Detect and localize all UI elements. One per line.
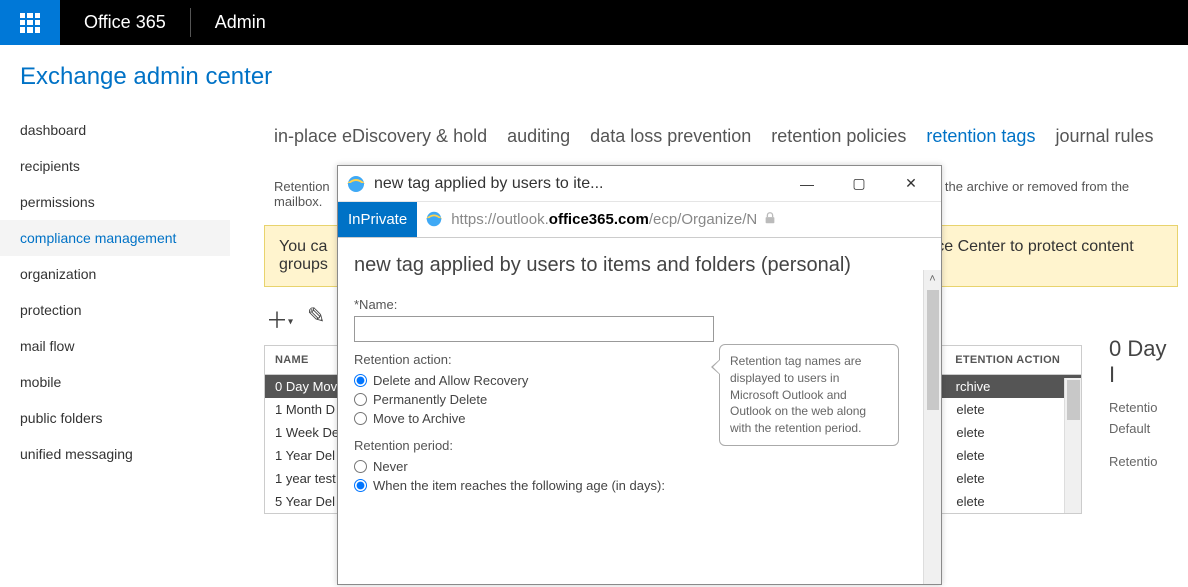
nav-unified-messaging[interactable]: unified messaging [0,436,230,472]
tab-retention-tags[interactable]: retention tags [926,126,1035,147]
url-field[interactable]: https://outlook.office365.com/ecp/Organi… [417,202,941,237]
tab-auditing[interactable]: auditing [507,126,570,147]
dialog-body: new tag applied by users to items and fo… [338,238,941,495]
cell-action: Delete [937,444,1081,467]
scrollbar-thumb[interactable] [927,290,939,410]
name-input[interactable] [354,316,714,342]
radio-label: When the item reaches the following age … [373,478,665,493]
banner-line1-left: You ca [279,238,327,255]
description-left: Retention [274,179,330,194]
details-retention-label2: Retentio [1109,454,1174,469]
dialog-heading: new tag applied by users to items and fo… [354,254,925,277]
radio-label: Delete and Allow Recovery [373,373,528,388]
nav-permissions[interactable]: permissions [0,184,230,220]
address-bar: InPrivate https://outlook.office365.com/… [338,202,941,238]
tab-dlp[interactable]: data loss prevention [590,126,751,147]
radio-input[interactable] [354,460,367,473]
details-default: Default [1109,421,1174,436]
name-tooltip: Retention tag names are displayed to use… [719,344,899,446]
lock-icon [763,211,779,229]
content-tabs: in-place eDiscovery & hold auditing data… [260,112,1188,169]
cell-action: Delete [937,467,1081,490]
tab-journal-rules[interactable]: journal rules [1055,126,1153,147]
cell-action: Delete [937,398,1081,421]
tab-retention-policies[interactable]: retention policies [771,126,906,147]
radio-label: Never [373,459,408,474]
app-launcher-icon[interactable] [0,0,60,45]
nav-mobile[interactable]: mobile [0,364,230,400]
details-retention-label: Retentio [1109,400,1174,415]
name-label: *Name: [354,297,925,312]
dialog-scrollbar[interactable]: ˄ [923,270,941,584]
radio-input[interactable] [354,479,367,492]
left-nav: dashboard recipients permissions complia… [0,112,230,472]
radio-never[interactable]: Never [354,457,925,476]
url-text: https://outlook.office365.com/ecp/Organi… [451,211,757,228]
scroll-up-arrow[interactable]: ˄ [924,270,941,288]
cell-action: Archive [937,375,1081,398]
nav-mail-flow[interactable]: mail flow [0,328,230,364]
details-title: 0 Day I [1109,336,1174,388]
brand-label[interactable]: Office 365 [60,0,190,45]
nav-protection[interactable]: protection [0,292,230,328]
ie-icon [425,210,445,230]
details-panel: 0 Day I Retentio Default Retentio [1095,322,1188,483]
page-title: Exchange admin center [0,45,1188,109]
dialog-window-title: new tag applied by users to ite... [374,175,777,193]
ie-icon [346,174,366,194]
minimize-button[interactable]: — [785,169,829,199]
add-button[interactable]: ＋▾ [266,303,293,335]
radio-input[interactable] [354,374,367,387]
radio-label: Move to Archive [373,411,466,426]
close-button[interactable]: ✕ [889,169,933,199]
nav-organization[interactable]: organization [0,256,230,292]
nav-compliance-management[interactable]: compliance management [0,220,230,256]
waffle-icon [20,13,40,33]
section-label[interactable]: Admin [191,0,290,45]
radio-label: Permanently Delete [373,392,487,407]
radio-input[interactable] [354,393,367,406]
cell-action: Delete [937,421,1081,444]
dialog-titlebar[interactable]: new tag applied by users to ite... — ▢ ✕ [338,166,941,202]
maximize-button[interactable]: ▢ [837,169,881,199]
radio-input[interactable] [354,412,367,425]
scrollbar-thumb[interactable] [1067,380,1080,420]
nav-recipients[interactable]: recipients [0,148,230,184]
banner-line1-right: ce Center to protect content [936,238,1133,255]
cell-action: Delete [937,490,1081,513]
table-scrollbar[interactable] [1064,378,1081,513]
tab-ediscovery[interactable]: in-place eDiscovery & hold [274,126,487,147]
edit-button[interactable]: ✎ [307,303,325,335]
nav-public-folders[interactable]: public folders [0,400,230,436]
global-topbar: Office 365 Admin [0,0,1188,45]
new-tag-dialog: new tag applied by users to ite... — ▢ ✕… [337,165,942,585]
retention-period-group: Never When the item reaches the followin… [354,457,925,495]
nav-dashboard[interactable]: dashboard [0,112,230,148]
col-header-retention-action[interactable]: RETENTION ACTION [937,346,1081,374]
radio-age-in-days[interactable]: When the item reaches the following age … [354,476,925,495]
inprivate-badge: InPrivate [338,202,417,237]
